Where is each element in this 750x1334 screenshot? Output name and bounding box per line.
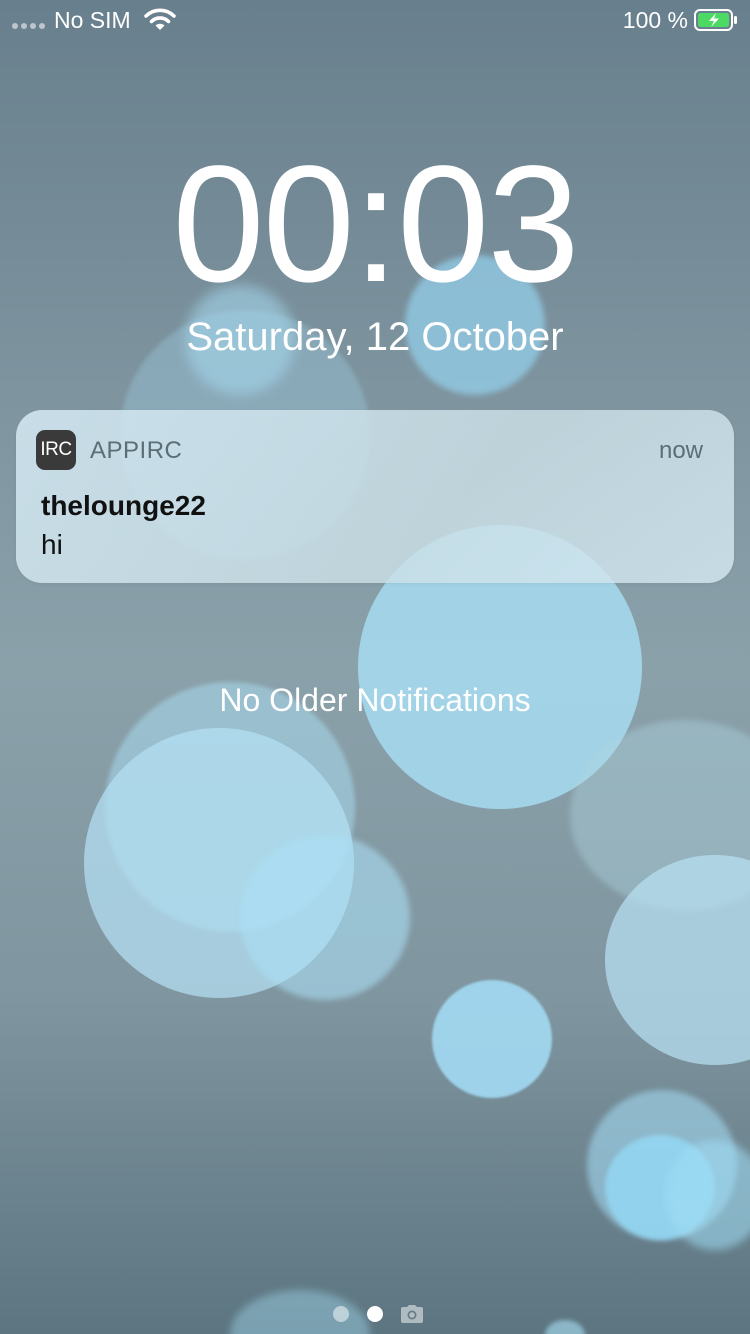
lock-screen-clock: 00:03 [172, 132, 579, 317]
wallpaper-bokeh [240, 835, 410, 1000]
status-bar: No SIM 100 % [0, 0, 750, 40]
page-indicator[interactable] [0, 1304, 750, 1324]
notification-title: thelounge22 [41, 490, 206, 521]
carrier-label: No SIM [54, 7, 131, 33]
battery-percent: 100 % [622, 7, 688, 33]
notification-body: hi [41, 529, 63, 560]
notification-card[interactable]: IRC APPIRC now thelounge22 hi [16, 410, 734, 583]
wifi-icon [144, 8, 176, 37]
notification-time: now [658, 437, 703, 464]
battery-charging-icon [694, 9, 738, 36]
page-dot[interactable] [333, 1306, 349, 1322]
lock-screen-date: Saturday, 12 October [186, 315, 564, 359]
wallpaper-bokeh [432, 980, 552, 1098]
signal-dots-icon [12, 23, 45, 29]
notification-app-name: APPIRC [90, 437, 183, 464]
page-dot-current[interactable] [367, 1306, 383, 1322]
no-older-notifications-label: No Older Notifications [219, 682, 531, 718]
camera-icon[interactable] [400, 1304, 424, 1329]
app-icon: IRC [36, 430, 76, 470]
